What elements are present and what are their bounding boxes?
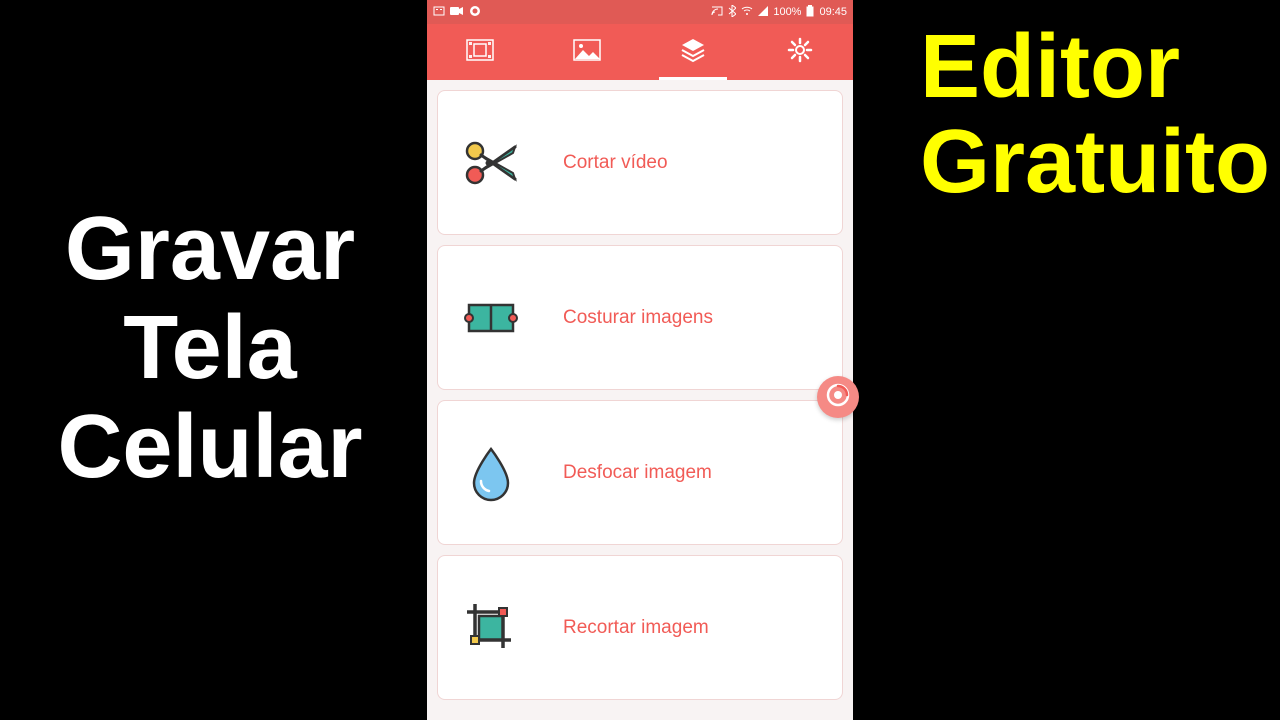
signal-icon [758, 5, 768, 19]
crop-icon [458, 595, 523, 660]
tool-cut-video[interactable]: Cortar vídeo [437, 90, 843, 235]
bluetooth-icon [728, 5, 736, 20]
stitch-icon [458, 285, 523, 350]
battery-icon [806, 5, 814, 20]
left-caption-line: Gravar [40, 200, 380, 299]
tool-label: Recortar imagem [563, 617, 709, 639]
tool-label: Cortar vídeo [563, 152, 668, 174]
tab-tools[interactable] [640, 24, 747, 80]
tool-blur-image[interactable]: Desfocar imagem [437, 400, 843, 545]
image-icon [573, 39, 601, 66]
right-caption-line: Gratuito [920, 115, 1270, 210]
battery-text: 100% [773, 6, 801, 18]
tab-image[interactable] [534, 24, 641, 80]
tool-crop-image[interactable]: Recortar imagem [437, 555, 843, 700]
left-caption-line: Celular [40, 398, 380, 497]
record-fab[interactable] [817, 376, 859, 418]
phone-frame: 100% 09:45 [427, 0, 853, 720]
status-right-icons: 100% 09:45 [711, 5, 847, 20]
tools-list: Cortar vídeo Costurar imagens Desfoc [427, 80, 853, 720]
status-bar: 100% 09:45 [427, 0, 853, 24]
tab-video[interactable] [427, 24, 534, 80]
left-caption: Gravar Tela Celular [40, 200, 380, 497]
wifi-icon [741, 5, 753, 19]
tool-label: Costurar imagens [563, 307, 713, 329]
layers-icon [680, 37, 706, 68]
notification-icon [433, 5, 445, 20]
tool-label: Desfocar imagem [563, 462, 712, 484]
record-notification-icon [469, 5, 483, 20]
cast-icon [711, 5, 723, 19]
camera-notification-icon [450, 5, 464, 19]
status-left-icons [433, 5, 483, 20]
record-icon [825, 382, 851, 413]
scissors-icon [458, 130, 523, 195]
right-caption-line: Editor [920, 20, 1270, 115]
tab-bar [427, 24, 853, 80]
tool-stitch-images[interactable]: Costurar imagens [437, 245, 843, 390]
left-caption-line: Tela [40, 299, 380, 398]
tab-settings[interactable] [747, 24, 854, 80]
film-strip-icon [466, 39, 494, 66]
clock-text: 09:45 [819, 6, 847, 18]
gear-icon [787, 37, 813, 68]
right-caption: Editor Gratuito [920, 20, 1270, 209]
droplet-icon [458, 440, 523, 505]
